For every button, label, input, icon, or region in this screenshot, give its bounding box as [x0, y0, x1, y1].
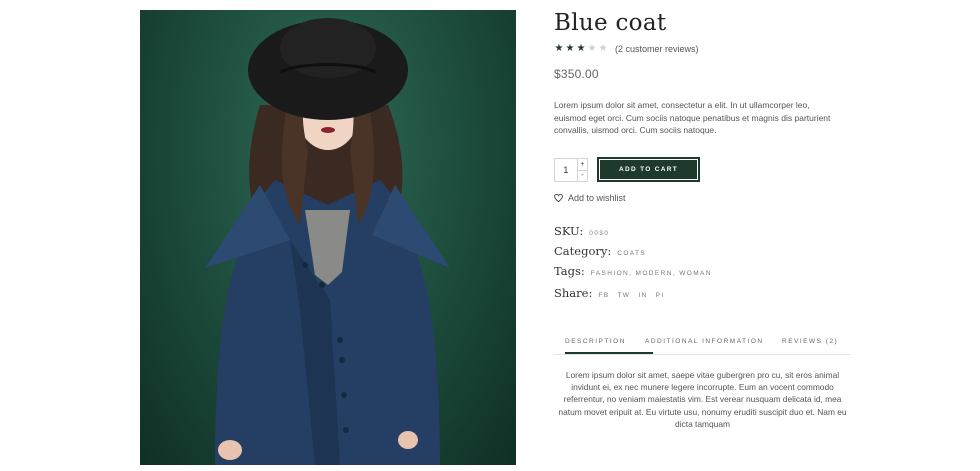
tags-links[interactable]: FASHION, MODERN, WOMAN: [591, 270, 712, 277]
share-linkedin-link[interactable]: IN: [638, 292, 647, 299]
star-filled-icon: ★: [576, 43, 586, 54]
tab-reviews[interactable]: REVIEWS (2): [782, 338, 838, 345]
product-tabs: DESCRIPTION ADDITIONAL INFORMATION REVIE…: [554, 335, 851, 355]
category-link[interactable]: COATS: [617, 250, 646, 257]
wishlist-label: Add to wishlist: [568, 193, 626, 203]
quantity-controls: + -: [576, 159, 587, 182]
quantity-stepper[interactable]: 1 + -: [554, 158, 588, 182]
quantity-increase-button[interactable]: +: [578, 159, 587, 170]
product-image[interactable]: [140, 10, 516, 465]
tags-row: Tags: FASHION, MODERN, WOMAN: [554, 264, 712, 278]
share-pinterest-link[interactable]: PI: [656, 292, 665, 299]
star-empty-icon: ★: [587, 43, 597, 54]
sku-value: 0030: [589, 230, 610, 237]
product-price: $350.00: [554, 67, 599, 81]
product-title: Blue coat: [554, 10, 667, 36]
tab-description[interactable]: DESCRIPTION: [565, 338, 653, 354]
star-rating: ★ ★ ★ ★ ★: [554, 44, 608, 54]
short-description: Lorem ipsum dolor sit amet, consectetur …: [554, 100, 831, 136]
share-row: Share: FB TW IN PI: [554, 286, 665, 300]
add-to-wishlist-link[interactable]: Add to wishlist: [554, 193, 626, 203]
heart-icon: [554, 194, 563, 202]
rating-row: ★ ★ ★ ★ ★ (2 customer reviews): [554, 44, 699, 55]
star-filled-icon: ★: [565, 43, 575, 54]
tags-label: Tags:: [554, 264, 585, 278]
share-twitter-link[interactable]: TW: [617, 292, 630, 299]
sku-label: SKU:: [554, 224, 584, 238]
star-filled-icon: ★: [554, 43, 564, 54]
add-to-cart-button[interactable]: ADD TO CART: [597, 157, 700, 182]
category-label: Category:: [554, 244, 612, 258]
quantity-decrease-button[interactable]: -: [577, 169, 587, 182]
sku-row: SKU: 0030: [554, 224, 609, 238]
share-facebook-link[interactable]: FB: [598, 292, 609, 299]
tab-additional-information[interactable]: ADDITIONAL INFORMATION: [645, 338, 764, 345]
share-label: Share:: [554, 286, 593, 300]
quantity-input[interactable]: 1: [555, 159, 577, 181]
customer-reviews-link[interactable]: (2 customer reviews): [615, 44, 699, 54]
star-empty-icon: ★: [598, 43, 608, 54]
tab-description-content: Lorem ipsum dolor sit amet, saepe vitae …: [558, 370, 847, 429]
model-in-blue-coat-illustration: [205, 18, 450, 465]
category-row: Category: COATS: [554, 244, 646, 258]
